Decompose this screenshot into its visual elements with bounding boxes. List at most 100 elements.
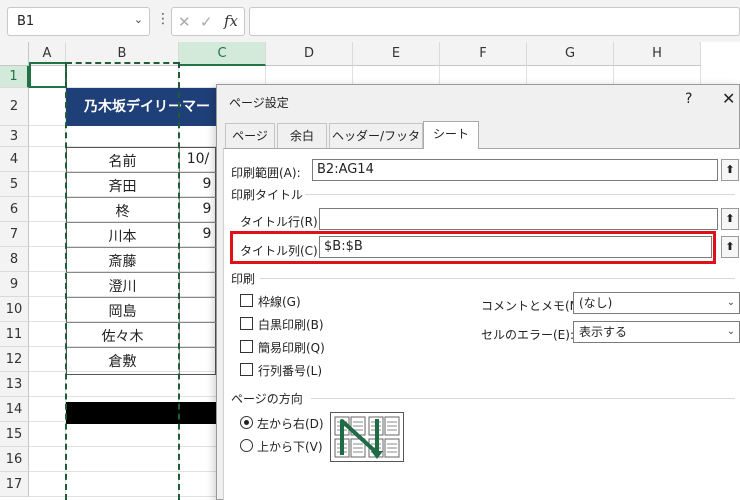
enter-icon[interactable]: ✓ [200, 13, 213, 31]
print-titles-divider [305, 194, 735, 195]
order-top-to-bottom-label[interactable]: 上から下(V) [257, 438, 323, 455]
row-header-4[interactable]: 4 [0, 147, 29, 172]
draft-quality-label[interactable]: 簡易印刷(Q) [258, 339, 325, 356]
sheet-title-band: 乃木坂デイリーマー [66, 88, 226, 126]
print-group-label: 印刷 [231, 272, 256, 286]
row-header-1[interactable]: 1 [0, 66, 29, 88]
print-group-divider [260, 278, 735, 279]
order-left-to-right-label[interactable]: 左から右(D) [257, 415, 324, 432]
print-area-label: 印刷範囲(A): [231, 166, 301, 180]
name-cell[interactable]: 斉田 [66, 176, 179, 196]
name-cell[interactable]: 川本 [66, 226, 179, 246]
order-left-to-right-radio[interactable] [240, 416, 253, 429]
close-icon[interactable]: ✕ [722, 89, 735, 108]
page-order-preview [330, 412, 404, 462]
black-white-checkbox[interactable] [240, 317, 253, 330]
row-header-11[interactable]: 11 [0, 322, 29, 347]
tab-margins[interactable]: 余白 [277, 123, 327, 149]
row-header-14[interactable]: 14 [0, 397, 29, 422]
name-cell[interactable]: 佐々木 [66, 326, 179, 346]
name-cell[interactable]: 斎藤 [66, 251, 179, 271]
comments-select[interactable]: (なし) ⌄ [573, 292, 740, 314]
column-header-c[interactable]: C [179, 42, 266, 66]
tab-header-footer[interactable]: ヘッダー/フッター [329, 123, 423, 168]
sheet-title: 乃木坂デイリーマー [84, 99, 210, 115]
row-col-headings-label[interactable]: 行列番号(L) [258, 362, 322, 379]
print-title-marquee-left [65, 62, 67, 500]
title-rows-collapse-icon[interactable]: ⬆ [721, 208, 739, 230]
table-row-line [66, 247, 216, 248]
gridlines-checkbox[interactable] [240, 294, 253, 307]
tab-sheet[interactable]: シート [423, 121, 479, 149]
order-top-to-bottom-radio[interactable] [240, 439, 253, 452]
name-cell[interactable]: 岡島 [66, 301, 179, 321]
print-title-marquee-right [178, 62, 180, 500]
row-header-3[interactable]: 3 [0, 126, 29, 147]
chevron-down-icon: ⌄ [726, 297, 736, 308]
dialog-title: ページ設定 [229, 96, 289, 110]
name-cell[interactable]: 柊 [66, 201, 179, 221]
table-row-line [66, 322, 216, 323]
print-title-marquee-top [66, 62, 179, 64]
row-header-8[interactable]: 8 [0, 247, 29, 272]
row-header-17[interactable]: 17 [0, 472, 29, 497]
column-header-d[interactable]: D [266, 42, 353, 66]
table-row-line [66, 347, 216, 348]
title-columns-collapse-icon[interactable]: ⬆ [721, 236, 739, 258]
table-row-line [66, 272, 216, 273]
table-row-line [66, 172, 216, 173]
cell-errors-label: セルのエラー(E): [481, 328, 574, 342]
row-col-headings-checkbox[interactable] [240, 363, 253, 376]
date-cell[interactable]: 9 [198, 226, 216, 242]
row-header-10[interactable]: 10 [0, 297, 29, 322]
chevron-down-icon[interactable]: ⌄ [134, 13, 143, 26]
column-header-e[interactable]: E [353, 42, 440, 66]
name-cell[interactable]: 澄川 [66, 276, 179, 296]
print-area-input[interactable]: B2:AG14 [312, 159, 718, 181]
tab-page[interactable]: ページ [225, 123, 275, 149]
cell-errors-select[interactable]: 表示する ⌄ [573, 321, 740, 343]
name-box-value: B1 [17, 14, 35, 29]
date-cell[interactable]: 9 [198, 176, 216, 192]
formula-input[interactable] [249, 7, 740, 36]
row-header-9[interactable]: 9 [0, 272, 29, 297]
column-header-h[interactable]: H [614, 42, 701, 66]
page-order-label: ページの方向 [231, 392, 303, 406]
black-white-label[interactable]: 白黒印刷(B) [258, 316, 324, 333]
name-cell[interactable]: 倉敷 [66, 351, 179, 371]
chevron-down-icon: ⌄ [726, 326, 736, 337]
row-header-5[interactable]: 5 [0, 172, 29, 197]
column-header-f[interactable]: F [440, 42, 527, 66]
table-header-date[interactable]: 10/ [180, 151, 216, 167]
select-all-corner[interactable] [0, 42, 29, 66]
black-row-band [66, 402, 226, 424]
row-header-13[interactable]: 13 [0, 372, 29, 397]
row-header-12[interactable]: 12 [0, 347, 29, 372]
title-rows-input[interactable] [319, 208, 718, 230]
active-cell-a1[interactable] [29, 62, 67, 88]
row-header-6[interactable]: 6 [0, 197, 29, 222]
cancel-icon[interactable]: ✕ [178, 13, 191, 31]
page-order-preview-icon [334, 416, 400, 459]
print-area-collapse-icon[interactable]: ⬆ [721, 159, 739, 181]
more-options-icon[interactable]: ⋮ [156, 11, 170, 27]
date-cell[interactable]: 9 [198, 201, 216, 217]
title-rows-label: タイトル行(R): [240, 215, 322, 229]
title-columns-highlight [230, 231, 716, 264]
insert-function-icon[interactable]: fx [224, 12, 238, 30]
table-row-line [66, 197, 216, 198]
table-row-line [66, 297, 216, 298]
row-header-16[interactable]: 16 [0, 447, 29, 472]
row-header-7[interactable]: 7 [0, 222, 29, 247]
comments-value: (なし) [579, 296, 613, 310]
gridlines-label[interactable]: 枠線(G) [258, 293, 301, 310]
draft-quality-checkbox[interactable] [240, 340, 253, 353]
formula-bar: B1 ⌄ ⋮ ✕ ✓ fx [0, 0, 740, 42]
column-header-g[interactable]: G [527, 42, 614, 66]
name-box[interactable]: B1 ⌄ [7, 7, 150, 36]
row-header-2[interactable]: 2 [0, 88, 29, 126]
row-header-15[interactable]: 15 [0, 422, 29, 447]
table-header-name[interactable]: 名前 [66, 151, 179, 171]
help-icon[interactable]: ? [685, 91, 692, 107]
table-row-line [66, 222, 216, 223]
